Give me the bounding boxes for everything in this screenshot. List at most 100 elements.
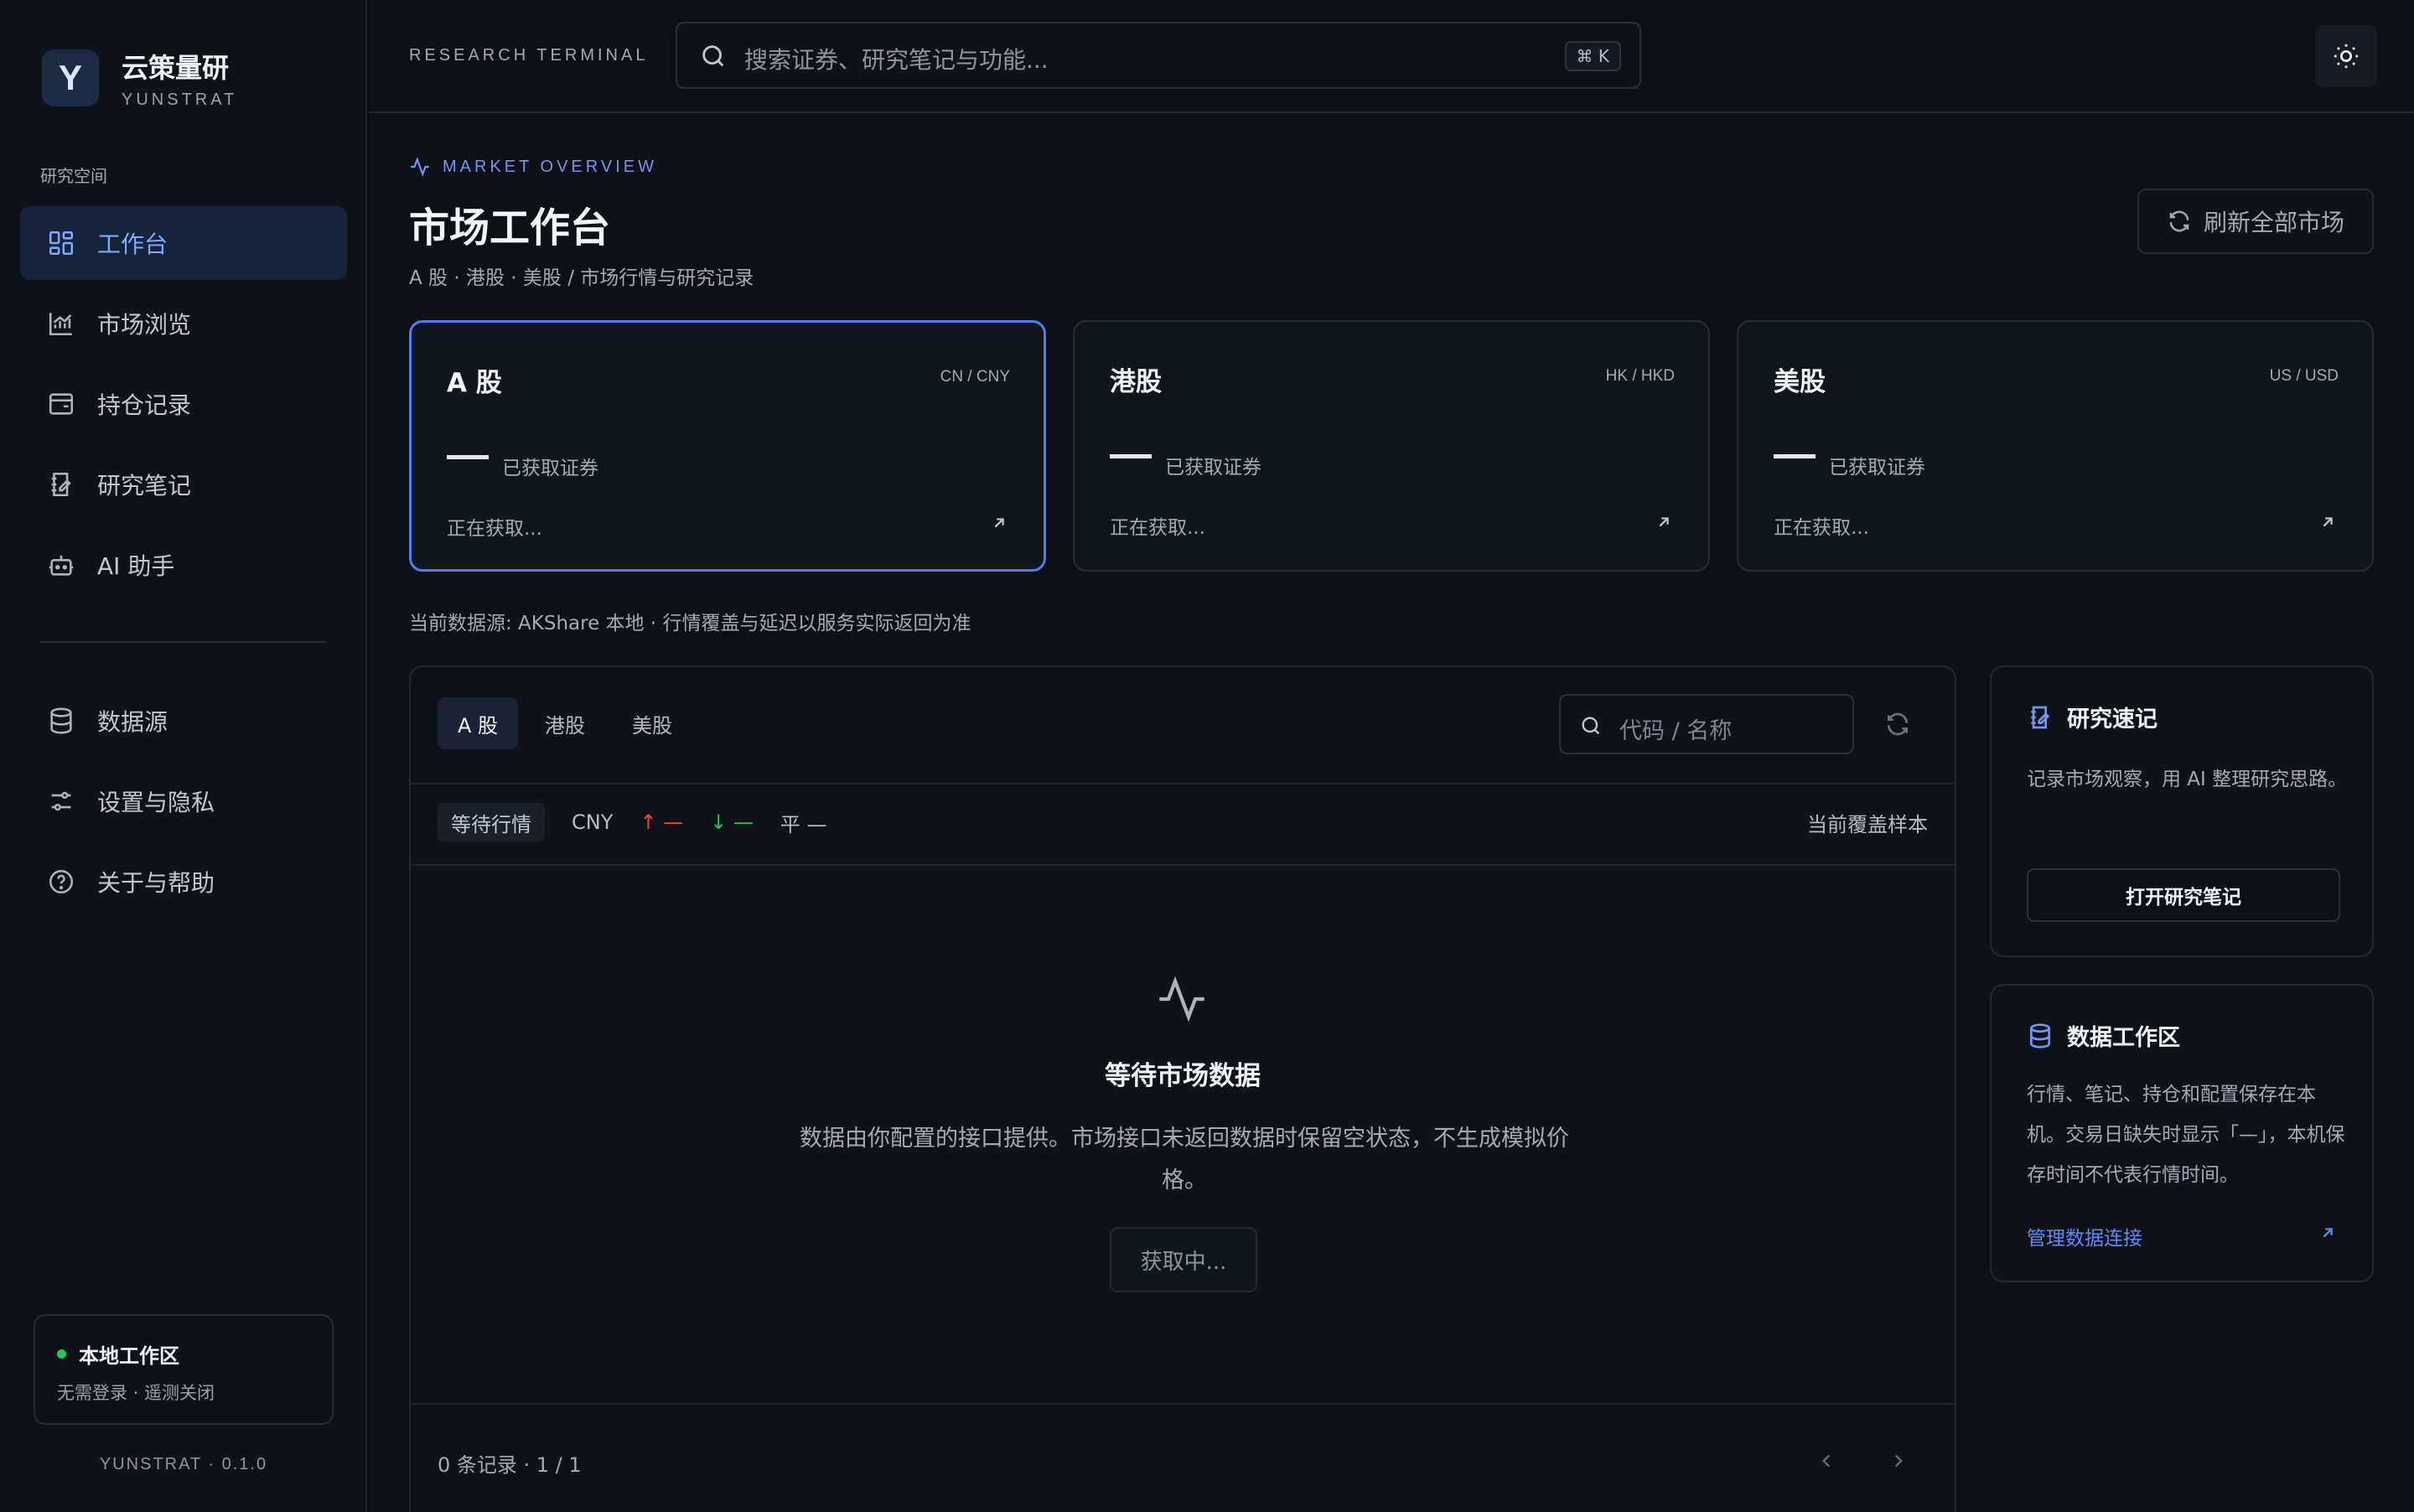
card-title: 研究速记 xyxy=(2027,701,2158,733)
card-title-text: 研究速记 xyxy=(2067,707,2158,733)
manage-data-link[interactable]: 管理数据连接 xyxy=(2027,1222,2142,1251)
brand-subtitle: YUNSTRAT xyxy=(122,91,238,109)
arrow-up-right-icon[interactable] xyxy=(2318,1224,2337,1242)
status-badge: 等待行情 xyxy=(438,803,545,841)
theme-toggle-button[interactable] xyxy=(2315,25,2377,87)
brand-name: 云策量研 xyxy=(122,52,230,84)
search-icon xyxy=(1582,717,1600,735)
workspace-subtitle: 无需登录 · 遥测关闭 xyxy=(57,1383,215,1403)
market-value-label: 已获取证券 xyxy=(1165,457,1261,479)
market-status: 正在获取... xyxy=(1774,517,1869,539)
market-code: US / USD xyxy=(2269,367,2339,385)
arrow-up-right-icon xyxy=(1659,517,1669,527)
market-name: A 股 xyxy=(447,368,502,398)
sidebar-item-label: 工作台 xyxy=(97,230,168,258)
tab-us[interactable]: 美股 xyxy=(612,697,692,749)
divider xyxy=(411,864,1955,866)
help-icon xyxy=(47,867,75,896)
page-subtitle: A 股 · 港股 · 美股 / 市场行情与研究记录 xyxy=(409,267,754,289)
topbar: RESEARCH TERMINAL 搜索证券、研究笔记与功能... ⌘ K xyxy=(369,0,2414,113)
sidebar-item-datasource[interactable]: 数据源 xyxy=(20,684,347,758)
sidebar-item-ai-assistant[interactable]: AI 助手 xyxy=(20,528,347,602)
global-search[interactable]: 搜索证券、研究笔记与功能... ⌘ K xyxy=(676,22,1641,89)
market-name: 港股 xyxy=(1110,367,1162,397)
card-description: 记录市场观察，用 AI 整理研究思路。 xyxy=(2027,769,2348,790)
tab-hk[interactable]: 港股 xyxy=(525,697,605,749)
refresh-icon[interactable] xyxy=(1884,711,1911,738)
sidebar-divider xyxy=(40,641,327,643)
overview-eyebrow: MARKET OVERVIEW xyxy=(409,156,657,178)
divider xyxy=(411,1403,1955,1405)
datasource-note: 当前数据源: AKShare 本地 · 行情覆盖与延迟以服务实际返回为准 xyxy=(409,613,971,634)
arrow-up-right-icon xyxy=(994,518,1004,528)
sidebar-item-market-browse[interactable]: 市场浏览 xyxy=(20,287,347,360)
market-status-row: 等待行情 CNY ↑ — ↓ — 平 — 当前覆盖样本 xyxy=(438,801,1928,843)
sidebar-item-label: 研究笔记 xyxy=(97,472,192,500)
arrow-up-right-icon xyxy=(2323,517,2333,527)
market-value-label: 已获取证券 xyxy=(502,458,598,479)
logo: Y xyxy=(42,49,99,106)
search-input[interactable]: 搜索证券、研究笔记与功能... xyxy=(744,42,1049,75)
search-icon xyxy=(702,45,724,67)
research-notes-card: 研究速记 记录市场观察，用 AI 整理研究思路。 打开研究笔记 xyxy=(1990,665,2374,957)
sidebar-item-notes[interactable]: 研究笔记 xyxy=(20,448,347,521)
divider xyxy=(411,783,1955,784)
market-value-label: 已获取证券 xyxy=(1829,457,1925,479)
currency-label: CNY xyxy=(572,810,614,834)
sidebar-section-label: 研究空间 xyxy=(40,166,107,186)
activity-icon xyxy=(1159,976,1204,1023)
refresh-icon xyxy=(2169,210,2189,232)
database-icon xyxy=(47,707,75,735)
market-name: 美股 xyxy=(1774,367,1826,397)
sidebar-item-workbench[interactable]: 工作台 xyxy=(20,206,347,280)
bot-icon xyxy=(47,551,75,579)
empty-state-description: 数据由你配置的接口提供。市场接口未返回数据时保留空状态，不生成模拟价格。 xyxy=(800,1126,1569,1194)
sun-icon xyxy=(2334,44,2359,69)
version-label: YUNSTRAT · 0.1.0 xyxy=(99,1455,268,1473)
sidebar-item-settings[interactable]: 设置与隐私 xyxy=(20,764,347,838)
sidebar: Y 云策量研 YUNSTRAT 研究空间 工作台 市场浏览 持仓记录 研究笔记 … xyxy=(0,0,367,1512)
tab-cn[interactable]: A 股 xyxy=(438,697,519,749)
market-value-placeholder xyxy=(1110,454,1152,458)
empty-state-title: 等待市场数据 xyxy=(1105,1061,1261,1091)
workspace-card: 本地工作区 无需登录 · 遥测关闭 xyxy=(34,1314,334,1425)
database-icon xyxy=(2030,1023,2050,1049)
wallet-icon xyxy=(47,390,75,418)
notebook-icon xyxy=(47,470,75,499)
terminal-label: RESEARCH TERMINAL xyxy=(409,46,649,65)
unchanged-count: 平 — xyxy=(780,812,827,836)
chevron-left-icon[interactable] xyxy=(1816,1450,1837,1472)
market-code: CN / CNY xyxy=(940,368,1010,386)
open-notes-button[interactable]: 打开研究笔记 xyxy=(2027,868,2340,922)
data-workspace-card: 数据工作区 行情、笔记、持仓和配置保存在本机。交易日缺失时显示「—」，本机保存时… xyxy=(1990,984,2374,1282)
market-card-cn[interactable]: A 股 CN / CNY 已获取证券 正在获取... xyxy=(409,320,1046,572)
market-card-us[interactable]: 美股 US / USD 已获取证券 正在获取... xyxy=(1737,320,2374,572)
market-value-placeholder xyxy=(447,455,489,459)
card-description: 行情、笔记、持仓和配置保存在本机。交易日缺失时显示「—」，本机保存时间不代表行情… xyxy=(2027,1084,2345,1186)
fetching-button[interactable]: 获取中... xyxy=(1110,1227,1257,1292)
pagination-info: 0 条记录 · 1 / 1 xyxy=(438,1453,582,1477)
notebook-pen-icon xyxy=(2031,706,2050,728)
chevron-right-icon[interactable] xyxy=(1888,1450,1909,1472)
symbol-search-input[interactable]: 代码 / 名称 xyxy=(1619,712,1732,745)
chart-icon xyxy=(47,309,75,338)
market-card-hk[interactable]: 港股 HK / HKD 已获取证券 正在获取... xyxy=(1073,320,1710,572)
sidebar-item-label: 数据源 xyxy=(97,708,168,736)
activity-icon xyxy=(411,157,429,177)
card-title: 数据工作区 xyxy=(2027,1019,2180,1052)
eyebrow-text: MARKET OVERVIEW xyxy=(443,157,657,176)
sidebar-item-help[interactable]: 关于与帮助 xyxy=(20,845,347,919)
sidebar-item-label: 关于与帮助 xyxy=(97,869,215,897)
dashboard-icon xyxy=(47,229,75,257)
refresh-all-label: 刷新全部市场 xyxy=(2203,209,2344,236)
sidebar-item-label: 持仓记录 xyxy=(97,391,192,419)
symbol-search[interactable]: 代码 / 名称 xyxy=(1559,694,1854,754)
page-title: 市场工作台 xyxy=(409,205,611,251)
market-code: HK / HKD xyxy=(1605,367,1675,385)
card-title-text: 数据工作区 xyxy=(2067,1025,2180,1051)
market-status: 正在获取... xyxy=(447,518,542,540)
refresh-all-button[interactable]: 刷新全部市场 xyxy=(2137,189,2374,254)
coverage-label: 当前覆盖样本 xyxy=(1807,812,1928,836)
sidebar-item-label: AI 助手 xyxy=(97,552,175,580)
sidebar-item-holdings[interactable]: 持仓记录 xyxy=(20,367,347,441)
